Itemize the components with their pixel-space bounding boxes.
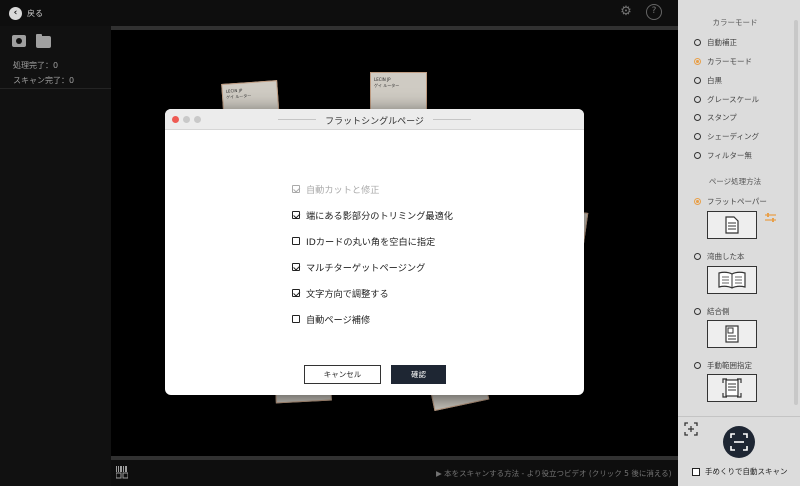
option-label: 文字方向で調整する: [306, 289, 389, 300]
open-book-icon: [718, 271, 746, 289]
option-label: フィルター無: [707, 151, 752, 160]
flat-single-page-dialog: フラットシングルページ 自動カットと修正 端にある影部分のトリミング最適化 ID…: [165, 109, 584, 395]
right-panel: カラーモード 自動補正 カラーモード 白黒 グレースケール スタンプ シェーディ…: [678, 0, 800, 486]
radio-selected-icon: [694, 198, 701, 205]
radio-icon: [694, 362, 701, 369]
color-mode-title: カラーモード: [712, 18, 758, 27]
radio-icon: [694, 96, 701, 103]
manual-range-thumbnail[interactable]: [707, 374, 757, 402]
page-method-option[interactable]: 手動範囲指定: [694, 360, 752, 371]
option-label: 自動カットと修正: [306, 185, 380, 196]
scan-button[interactable]: [723, 426, 755, 458]
option-text-orientation[interactable]: 文字方向で調整する: [292, 286, 389, 300]
document-icon: [725, 216, 739, 234]
option-label: 端にある影部分のトリミング最適化: [306, 211, 453, 222]
color-mode-option[interactable]: カラーモード: [694, 56, 752, 67]
auto-scan-label: 手めくりで自動スキャン: [705, 467, 788, 476]
crop-document-icon: [722, 378, 742, 398]
option-label: スタンプ: [707, 113, 737, 122]
page-method-option[interactable]: 結合側: [694, 306, 730, 317]
option-auto-page-repair[interactable]: 自動ページ補修: [292, 312, 370, 326]
radio-icon: [694, 308, 701, 315]
option-label: マルチターゲットページング: [306, 263, 426, 274]
binding-side-thumbnail[interactable]: [707, 320, 757, 348]
checkbox-checked-icon: [292, 211, 300, 219]
checkbox-checked-icon: [292, 185, 300, 193]
option-auto-cut: 自動カットと修正: [292, 182, 380, 196]
option-label: 白黒: [707, 76, 722, 85]
checkbox-icon: [692, 467, 700, 476]
option-label: フラットペーパー: [707, 197, 767, 206]
auto-scan-checkbox[interactable]: 手めくりで自動スキャン: [692, 466, 788, 477]
radio-icon: [694, 114, 701, 121]
page-method-option[interactable]: フラットペーパー: [694, 196, 767, 207]
cancel-button[interactable]: キャンセル: [304, 365, 381, 384]
scan-icon: [730, 433, 748, 451]
radio-icon: [694, 253, 701, 260]
title-divider: [433, 119, 471, 120]
option-label: カラーモード: [707, 57, 752, 66]
radio-icon: [694, 77, 701, 84]
checkbox-checked-icon: [292, 289, 300, 297]
color-mode-option[interactable]: 白黒: [694, 75, 722, 86]
color-mode-option[interactable]: フィルター無: [694, 150, 752, 161]
option-label: 湾曲した本: [707, 252, 745, 261]
checkbox-checked-icon: [292, 263, 300, 271]
add-frame-icon[interactable]: [684, 422, 698, 436]
radio-selected-icon: [694, 58, 701, 65]
page-method-option[interactable]: 湾曲した本: [694, 251, 745, 262]
scrollbar[interactable]: [794, 20, 798, 405]
option-label: 手動範囲指定: [707, 361, 752, 370]
curved-book-thumbnail[interactable]: [707, 266, 757, 294]
option-label: シェーディング: [707, 132, 759, 141]
option-label: グレースケール: [707, 95, 760, 104]
color-mode-option[interactable]: 自動補正: [694, 37, 737, 48]
adjust-settings-icon[interactable]: [765, 212, 776, 223]
checkbox-icon: [292, 315, 300, 323]
checkbox-icon: [292, 237, 300, 245]
color-mode-option[interactable]: シェーディング: [694, 131, 759, 142]
option-label: IDカードの丸い角を空白に指定: [306, 237, 436, 248]
confirm-button[interactable]: 確認: [391, 365, 446, 384]
option-label: 自動ページ補修: [306, 315, 371, 326]
radio-icon: [694, 39, 701, 46]
radio-icon: [694, 152, 701, 159]
radio-icon: [694, 133, 701, 140]
option-label: 自動補正: [707, 38, 737, 47]
dialog-title-bar: フラットシングルページ: [165, 109, 584, 130]
divider: [678, 416, 800, 417]
id-card-icon: [725, 325, 739, 343]
dialog-title: フラットシングルページ: [325, 117, 424, 127]
color-mode-option[interactable]: グレースケール: [694, 94, 759, 105]
flat-paper-thumbnail[interactable]: [707, 211, 757, 239]
option-label: 結合側: [707, 307, 730, 316]
option-edge-shadow-trim[interactable]: 端にある影部分のトリミング最適化: [292, 208, 453, 222]
page-method-title: ページ処理方法: [708, 177, 762, 186]
option-id-card-corners[interactable]: IDカードの丸い角を空白に指定: [292, 234, 435, 248]
color-mode-option[interactable]: スタンプ: [694, 112, 737, 123]
option-multi-target-paging[interactable]: マルチターゲットページング: [292, 260, 425, 274]
